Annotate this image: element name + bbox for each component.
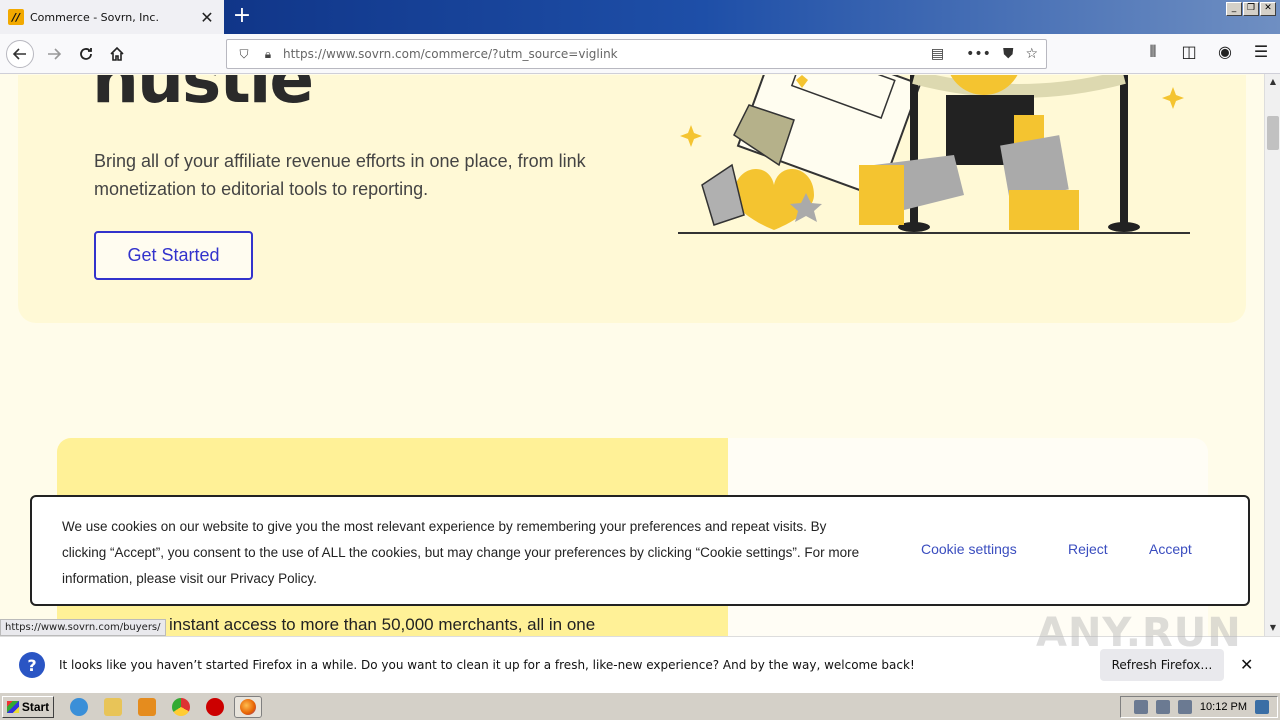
vertical-scrollbar[interactable]: ▲ ▼ — [1264, 74, 1280, 636]
home-button[interactable] — [103, 40, 131, 68]
media-player-icon[interactable] — [138, 698, 156, 716]
arrow-right-icon — [48, 48, 62, 60]
notification-text: It looks like you haven’t started Firefo… — [59, 658, 915, 672]
network-icon[interactable] — [1155, 700, 1170, 714]
sidebar-icon[interactable]: ◫ — [1178, 42, 1200, 62]
toolbar-right: ⫴ ◫ ◉ ☰ — [1142, 42, 1272, 62]
address-bar[interactable]: ⛉ 🔒︎ https://www.sovrn.com/commerce/?utm… — [226, 39, 1047, 69]
cookie-accept-button[interactable]: Accept — [1149, 541, 1192, 557]
hero-illustration — [678, 75, 1190, 234]
cookie-banner-text: We use cookies on our website to give yo… — [62, 519, 860, 586]
navigation-toolbar: ⛉ 🔒︎ https://www.sovrn.com/commerce/?utm… — [0, 34, 1280, 74]
arrow-left-icon — [12, 48, 26, 60]
start-button[interactable]: Start — [2, 696, 54, 718]
forward-button[interactable] — [40, 40, 68, 68]
scrollbar-thumb[interactable] — [1267, 116, 1279, 150]
start-label: Start — [21, 700, 50, 714]
back-button[interactable] — [6, 40, 34, 68]
close-tab-icon[interactable]: ✕ — [198, 8, 216, 27]
question-icon: ? — [19, 652, 45, 678]
new-tab-button[interactable]: + — [230, 4, 254, 28]
lock-icon[interactable]: 🔒︎ — [259, 45, 277, 63]
page-actions-icon[interactable]: ••• — [966, 46, 991, 62]
cookie-banner: We use cookies on our website to give yo… — [30, 495, 1250, 606]
scroll-down-icon[interactable]: ▼ — [1265, 620, 1280, 636]
url-text[interactable]: https://www.sovrn.com/commerce/?utm_sour… — [283, 47, 931, 61]
reload-icon — [80, 48, 92, 60]
page-content: hustle Bring all of your affiliate reven… — [0, 75, 1264, 636]
flag-icon[interactable] — [1177, 700, 1192, 714]
hero-section: hustle Bring all of your affiliate reven… — [18, 75, 1246, 323]
internet-explorer-icon[interactable] — [70, 698, 88, 716]
active-tab[interactable]: // Commerce - Sovrn, Inc. ✕ — [0, 0, 224, 34]
opera-icon[interactable] — [206, 698, 224, 716]
cookie-settings-button[interactable]: Cookie settings — [921, 541, 1017, 557]
sovrn-logo-icon: // — [8, 9, 24, 25]
hero-description: Bring all of your affiliate revenue effo… — [94, 151, 586, 199]
library-icon[interactable]: ⫴ — [1142, 42, 1164, 62]
hero-title: hustle — [92, 75, 314, 118]
tab-bar: // Commerce - Sovrn, Inc. ✕ + _ ❐ ✕ — [0, 0, 1280, 34]
restore-icon[interactable]: ❐ — [1243, 2, 1259, 16]
cookie-reject-button[interactable]: Reject — [1068, 541, 1108, 557]
pocket-icon[interactable]: ⛊ — [1003, 46, 1014, 62]
reload-button[interactable] — [72, 40, 100, 68]
close-window-icon[interactable]: ✕ — [1260, 2, 1276, 16]
volume-icon[interactable] — [1133, 700, 1148, 714]
windows-logo-icon — [6, 701, 19, 713]
scroll-up-icon[interactable]: ▲ — [1265, 74, 1280, 90]
account-icon[interactable]: ◉ — [1214, 42, 1236, 62]
clock: 10:12 PM — [1199, 701, 1247, 713]
tab-title: Commerce - Sovrn, Inc. — [30, 10, 159, 24]
minimize-icon[interactable]: _ — [1226, 2, 1242, 16]
show-desktop-icon[interactable] — [1255, 700, 1269, 714]
anyrun-watermark: ANY.RUN — [1036, 610, 1242, 656]
bookmark-star-icon[interactable]: ☆ — [1025, 46, 1038, 62]
get-started-button[interactable]: Get Started — [94, 231, 253, 280]
folder-icon[interactable] — [104, 698, 122, 716]
close-notification-icon[interactable]: ✕ — [1240, 655, 1253, 674]
reader-view-icon[interactable]: ▤ — [931, 46, 944, 62]
system-tray: 10:12 PM — [1120, 696, 1278, 718]
status-url-tooltip: https://www.sovrn.com/buyers/ — [0, 619, 166, 636]
window-controls: _ ❐ ✕ — [1226, 2, 1276, 16]
shield-icon[interactable]: ⛉ — [235, 45, 253, 63]
chrome-icon[interactable] — [172, 698, 190, 716]
windows-taskbar: Start 10:12 PM — [0, 692, 1280, 720]
menu-icon[interactable]: ☰ — [1250, 42, 1272, 62]
feature-card-text: instant access to more than 50,000 merch… — [169, 615, 596, 634]
home-icon — [110, 46, 124, 61]
firefox-taskbar-icon[interactable] — [234, 696, 262, 718]
